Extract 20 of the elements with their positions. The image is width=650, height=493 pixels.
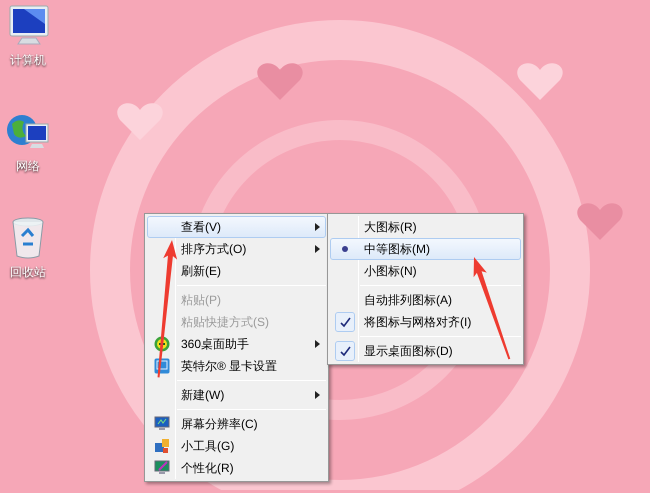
menu-item[interactable]: 小图标(N) bbox=[330, 260, 521, 282]
menu-item[interactable]: 中等图标(M) bbox=[330, 238, 521, 260]
menu-item[interactable]: 屏幕分辨率(C) bbox=[147, 413, 326, 435]
menu-item[interactable]: 刷新(E) bbox=[147, 260, 326, 282]
menu-item[interactable]: 显示桌面图标(D) bbox=[330, 340, 521, 362]
monitor-icon bbox=[154, 416, 170, 432]
menu-item[interactable]: 新建(W) bbox=[147, 384, 326, 406]
menu-item[interactable]: 查看(V) bbox=[147, 216, 326, 238]
heart-shape bbox=[257, 63, 303, 100]
heart-shape bbox=[577, 203, 623, 240]
heart-shape bbox=[117, 103, 163, 140]
menu-item[interactable]: 自动排列图标(A) bbox=[330, 289, 521, 311]
menu-item[interactable]: 大图标(R) bbox=[330, 216, 521, 238]
personalize-monitor-icon bbox=[154, 460, 170, 476]
menu-item[interactable]: 小工具(G) bbox=[147, 435, 326, 457]
menu-item[interactable]: 个性化(R) bbox=[147, 457, 326, 479]
heart-shape bbox=[517, 63, 563, 100]
menu-item[interactable]: 将图标与网格对齐(I) bbox=[330, 311, 521, 333]
gadget-icon bbox=[154, 438, 170, 454]
menu-item[interactable]: 排序方式(O) bbox=[147, 238, 326, 260]
